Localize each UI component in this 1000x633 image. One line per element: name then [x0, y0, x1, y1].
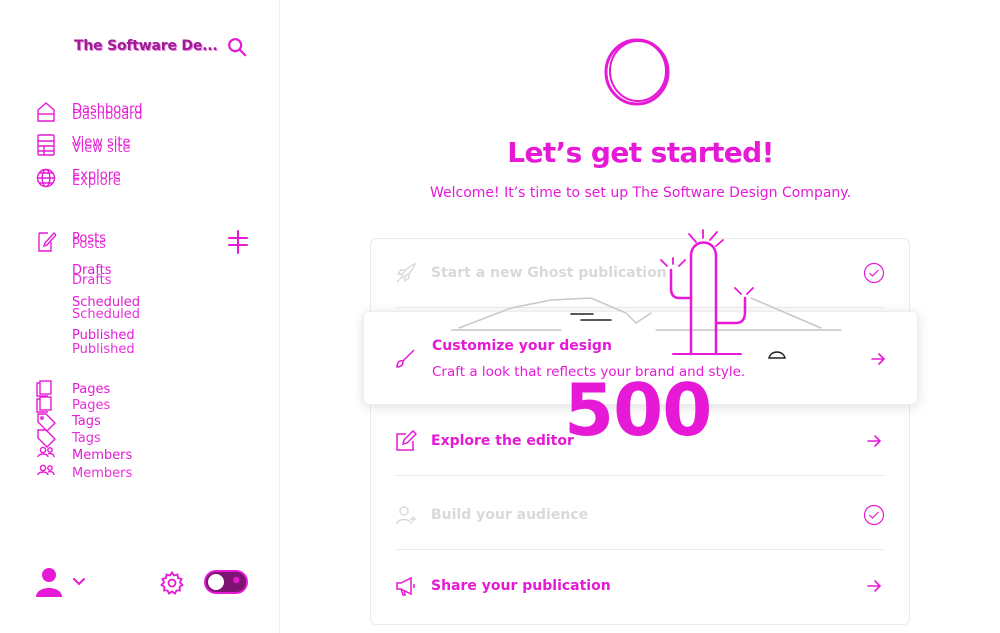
user-add-icon [396, 506, 416, 525]
view-site-icon [37, 134, 55, 156]
members-icon [37, 446, 55, 476]
page-title: Let’s get started! [507, 136, 774, 169]
site-title[interactable]: The Software De... [74, 38, 218, 54]
sidebar: The Software De... The Software De... Da… [0, 0, 280, 633]
tag-icon [37, 413, 56, 448]
step-build-audience-title: Build your audience [431, 507, 589, 523]
rocket-icon [396, 262, 417, 283]
nav-members-label-echo: Members [72, 466, 133, 481]
step-share-publication-title: Share your publication [431, 577, 611, 594]
nav-pages[interactable]: Pages Pages [36, 380, 110, 414]
nav-drafts[interactable]: Drafts Drafts [72, 264, 112, 287]
nav-tags[interactable]: Tags Tags [36, 412, 101, 448]
check-circle-icon [863, 262, 885, 284]
main-content: Let’s get started! Welcome! It’s time to… [281, 0, 1000, 633]
sidebar-footer: ✹ [34, 566, 254, 600]
arrow-right-icon [871, 353, 886, 365]
edit-icon [396, 430, 417, 451]
plus-icon[interactable] [226, 230, 250, 254]
paintbrush-icon [396, 349, 415, 368]
megaphone-icon [396, 576, 415, 596]
logo-ring-icon [604, 38, 670, 106]
step-start-publication-title: Start a new Ghost publication [431, 265, 667, 281]
check-circle-icon [863, 504, 885, 526]
step-explore-editor-title: Explore the editor [431, 433, 574, 449]
nav-published-label-echo: Published [72, 342, 135, 357]
error-code: 500 [564, 368, 712, 452]
page-subtitle: Welcome! It’s time to set up The Softwar… [429, 185, 852, 201]
search-icon[interactable] [226, 36, 248, 58]
theme-toggle-knob [208, 574, 224, 590]
nav-published[interactable]: Published Published [72, 328, 135, 356]
chevron-down-icon[interactable] [72, 575, 86, 589]
step-share-publication[interactable]: Share your publication [395, 551, 885, 620]
nav-published-label: Published [72, 328, 135, 343]
gear-icon[interactable] [160, 571, 184, 595]
posts-icon [38, 231, 56, 252]
globe-icon [36, 168, 56, 188]
avatar[interactable] [34, 566, 64, 598]
step-customize-design-title: Customize your design [432, 338, 612, 354]
step-start-publication[interactable]: Start a new Ghost publication [395, 239, 885, 308]
nav-drafts-label-echo: Drafts [72, 273, 112, 288]
nav-explore-label-echo: Explore [72, 174, 121, 189]
nav-members-label: Members [72, 448, 133, 463]
nav-dashboard[interactable]: Dashboard Dashboard [36, 100, 143, 124]
nav-pages-label-echo: Pages [72, 398, 111, 413]
nav-view-site-label-echo: View site [72, 141, 131, 156]
nav-dashboard-label-echo: Dashboard [72, 108, 143, 123]
nav-scheduled-label-echo: Scheduled [72, 307, 140, 322]
pages-icon [36, 380, 52, 413]
nav-tags-label: Tags [72, 414, 101, 429]
theme-toggle[interactable]: ✹ [204, 570, 248, 594]
nav-members[interactable]: Members Members [36, 446, 133, 481]
arrow-right-icon [867, 579, 882, 592]
home-icon [37, 102, 55, 122]
arrow-right-icon [867, 435, 882, 447]
nav-posts-label-echo: Posts [72, 237, 106, 252]
sun-icon: ✹ [231, 574, 241, 587]
step-build-audience[interactable]: Build your audience [395, 481, 885, 550]
nav-pages-label: Pages [72, 382, 111, 397]
nav-explore[interactable]: Explore Explore [36, 166, 121, 190]
nav-scheduled[interactable]: Scheduled Scheduled [72, 296, 140, 321]
nav-view-site[interactable]: View site View site [36, 133, 130, 157]
nav-posts[interactable]: Posts Posts [36, 229, 106, 253]
nav-tags-label-echo: Tags [72, 431, 101, 446]
